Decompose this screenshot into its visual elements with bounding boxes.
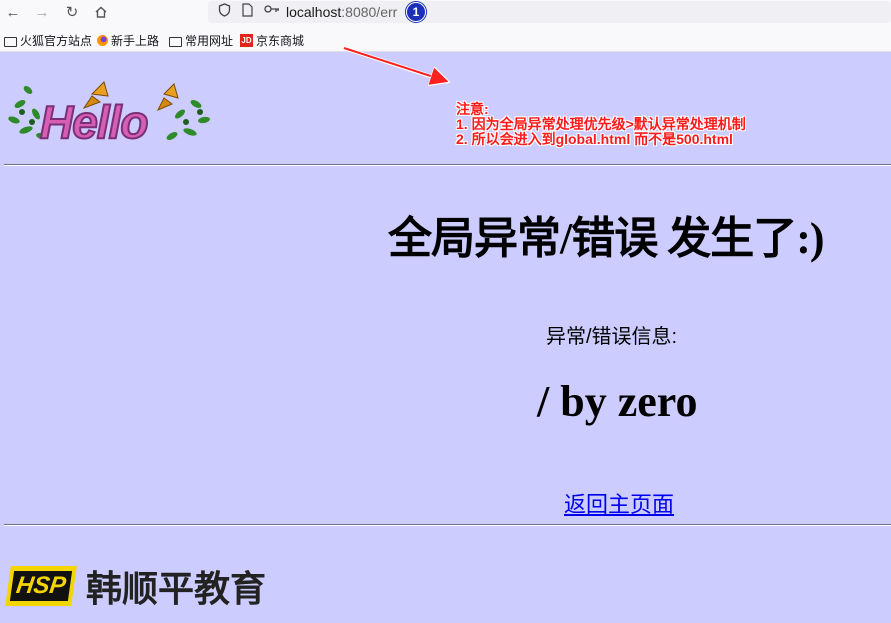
url-host: localhost <box>286 4 342 20</box>
jd-icon: JD <box>240 34 253 47</box>
page-heading: 全局异常/错误 发生了:) <box>388 214 825 263</box>
annotation-line-1: 注意: <box>456 101 489 117</box>
key-icon[interactable] <box>264 3 280 18</box>
page-icon[interactable] <box>242 3 253 20</box>
reload-icon[interactable]: ↻ <box>62 3 82 21</box>
bookmark-common-sites[interactable]: 常用网址 <box>169 32 233 49</box>
folder-icon <box>4 36 17 47</box>
annotation-line-2: 1. 因为全局异常处理优先级>默认异常处理机制 <box>456 116 746 132</box>
return-home-link[interactable]: 返回主页面 <box>564 487 674 519</box>
forward-arrow-icon[interactable]: → <box>32 3 52 21</box>
error-message: / by zero <box>537 377 698 426</box>
folder-icon <box>169 36 182 47</box>
browser-toolbar: ← → ↻ localhost:8080/err 1 <box>0 0 891 26</box>
home-icon[interactable] <box>91 3 111 21</box>
hsp-brand-logo: HSP 韩顺平教育 <box>5 560 267 612</box>
marker-badge: 1 <box>406 2 426 22</box>
hello-logo-image: Hello <box>8 81 210 148</box>
bookmark-getting-started[interactable]: 新手上路 <box>97 32 159 49</box>
bookmark-label: 新手上路 <box>111 34 160 48</box>
hsp-badge: HSP <box>5 566 77 606</box>
address-bar[interactable]: localhost:8080/err 1 <box>208 1 891 23</box>
bookmark-jd[interactable]: JD 京东商城 <box>240 32 304 49</box>
bookmark-label: 常用网址 <box>185 34 234 48</box>
hsp-brand-name: 韩顺平教育 <box>86 569 267 610</box>
firefox-icon <box>97 35 108 46</box>
divider-bottom <box>4 524 891 526</box>
url-path: :8080/err <box>341 4 398 20</box>
hsp-badge-text: HSP <box>10 571 72 601</box>
url-text[interactable]: localhost:8080/err <box>286 4 397 20</box>
error-info-label: 异常/错误信息: <box>546 326 678 348</box>
bookmark-label: 京东商城 <box>256 34 305 48</box>
bookmark-firefox-official[interactable]: 火狐官方站点 <box>4 32 92 49</box>
annotation-arrow <box>343 46 460 94</box>
bookmark-label: 火狐官方站点 <box>20 34 93 48</box>
annotation-note: 注意: 1. 因为全局异常处理优先级>默认异常处理机制 2. 所以会进入到glo… <box>456 102 746 147</box>
shield-icon[interactable] <box>218 3 231 20</box>
divider-top <box>4 164 891 166</box>
back-arrow-icon[interactable]: ← <box>3 3 23 21</box>
annotation-line-3: 2. 所以会进入到global.html 而不是500.html <box>456 131 733 147</box>
